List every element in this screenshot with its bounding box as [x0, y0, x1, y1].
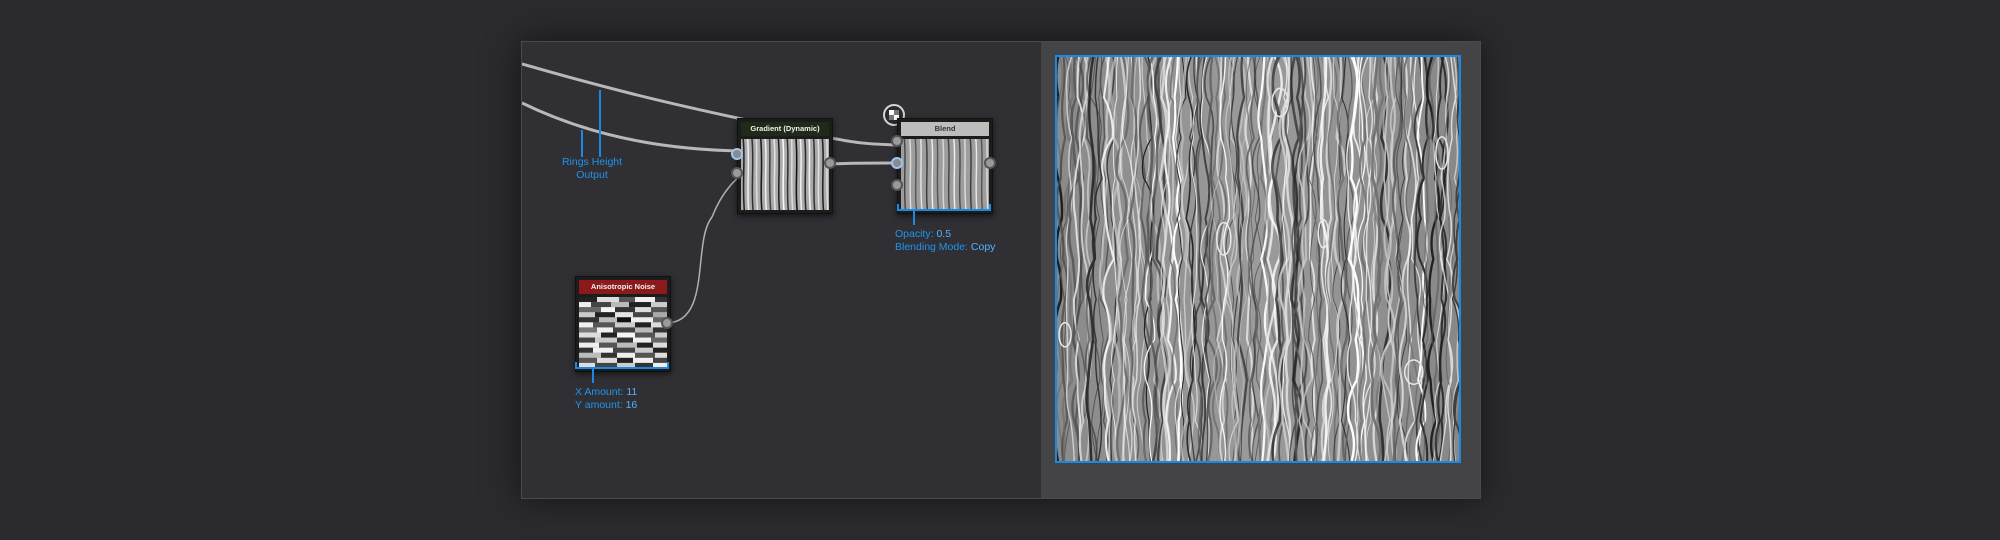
gradient-input-port-1[interactable]: [731, 148, 743, 160]
blend-mask-port[interactable]: [891, 179, 903, 191]
node-title: Gradient (Dynamic): [741, 122, 829, 136]
blend-selection-bracket: [897, 204, 991, 211]
opacity-label: Opacity:: [895, 228, 934, 240]
app-window: Rings Height Output Gradient (Dynamic) B…: [521, 41, 1481, 499]
y-amount-value: 16: [625, 399, 638, 411]
wood-texture-preview[interactable]: [1055, 55, 1461, 463]
node-thumbnail: [741, 139, 829, 210]
blend-params-annotation: Opacity: 0.5 Blending Mode: Copy: [895, 228, 995, 254]
annotation-line-rings: [599, 90, 601, 157]
noise-params-annotation: X Amount: 11 Y amount: 16: [575, 386, 637, 412]
node-title: Anisotropic Noise: [579, 280, 667, 294]
blend-output-port[interactable]: [984, 157, 996, 169]
wire-gradient-to-blend-1: [830, 136, 899, 147]
x-amount-label: X Amount:: [575, 386, 624, 398]
blending-mode-label: Blending Mode:: [895, 241, 968, 253]
x-amount-value: 11: [626, 386, 638, 398]
noise-annotation-stem: [592, 369, 594, 383]
noise-output-port[interactable]: [661, 317, 673, 329]
blend-node[interactable]: Blend: [897, 118, 993, 214]
blending-mode-value: Copy: [970, 241, 996, 253]
opacity-value: 0.5: [936, 228, 952, 240]
2d-preview-panel: [1041, 42, 1480, 498]
node-thumbnail: [579, 297, 667, 368]
annotation-line-output: [581, 130, 583, 157]
blend-background-port[interactable]: [891, 157, 903, 169]
noise-selection-bracket: [575, 362, 669, 369]
rings-height-label: Rings Height: [561, 156, 623, 168]
blend-foreground-port[interactable]: [891, 135, 903, 147]
gradient-dynamic-node[interactable]: Gradient (Dynamic): [737, 118, 833, 214]
wire-noise-to-gradient: [665, 172, 749, 324]
node-thumbnail: [901, 139, 989, 210]
node-graph-canvas[interactable]: Rings Height Output Gradient (Dynamic) B…: [522, 42, 1041, 498]
anisotropic-noise-node[interactable]: Anisotropic Noise: [575, 276, 671, 372]
wire-gradient-to-blend-2: [830, 161, 899, 166]
gradient-input-port-2[interactable]: [731, 167, 743, 179]
output-label: Output: [576, 169, 608, 181]
blend-annotation-stem: [913, 211, 915, 225]
rings-height-output-annotation: Rings Height Output: [556, 156, 628, 182]
gradient-output-port[interactable]: [824, 157, 836, 169]
y-amount-label: Y amount:: [575, 399, 623, 411]
wire-rings-height: [522, 101, 773, 155]
node-title: Blend: [901, 122, 989, 136]
